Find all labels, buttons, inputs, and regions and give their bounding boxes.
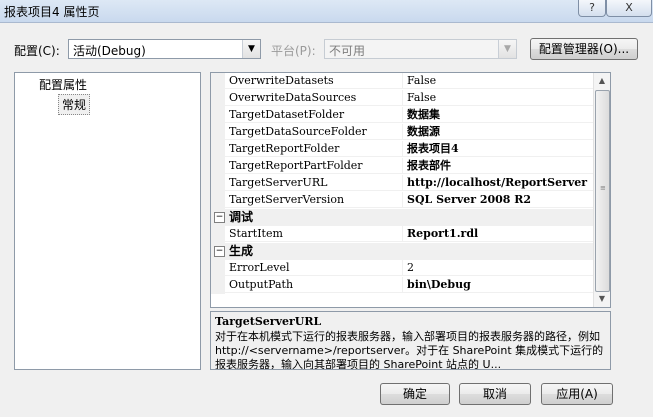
property-row[interactable]: OverwriteDataSources False xyxy=(211,90,594,107)
property-value[interactable]: 2 xyxy=(403,260,594,276)
row-gutter xyxy=(211,107,225,124)
tree-item-general[interactable]: 常规 xyxy=(58,94,91,115)
row-gutter xyxy=(211,277,225,294)
property-name[interactable]: TargetDataSourceFolder xyxy=(225,124,403,140)
grip-icon: ≡ xyxy=(600,184,606,192)
property-row[interactable]: OutputPath bin\Debug xyxy=(211,277,594,294)
property-row[interactable]: TargetDatasetFolder 数据集 xyxy=(211,107,594,124)
row-gutter xyxy=(211,260,225,277)
scroll-thumb[interactable]: ≡ xyxy=(595,90,610,292)
row-gutter xyxy=(211,158,225,175)
property-row[interactable]: ErrorLevel 2 xyxy=(211,260,594,277)
config-tree: 配置属性 常规 xyxy=(14,72,201,370)
property-name[interactable]: TargetReportFolder xyxy=(225,141,403,157)
property-name[interactable]: TargetReportPartFolder xyxy=(225,158,403,174)
collapse-icon[interactable]: − xyxy=(214,246,225,257)
row-gutter xyxy=(211,73,225,90)
close-button[interactable]: X xyxy=(606,0,652,17)
property-value[interactable]: SQL Server 2008 R2 xyxy=(403,192,594,208)
cancel-button[interactable]: 取消 xyxy=(459,383,531,405)
vertical-scrollbar[interactable]: ▲ ≡ ▼ xyxy=(593,73,610,307)
property-value[interactable]: Report1.rdl xyxy=(403,226,594,242)
property-value[interactable]: False xyxy=(403,73,594,89)
help-icon: ? xyxy=(589,1,595,14)
property-value[interactable]: 报表部件 xyxy=(403,158,594,174)
config-manager-button[interactable]: 配置管理器(O)... xyxy=(530,38,638,60)
property-row[interactable]: TargetServerVersion SQL Server 2008 R2 xyxy=(211,192,594,209)
row-gutter xyxy=(211,226,225,243)
platform-value: 不可用 xyxy=(329,44,366,58)
chevron-down-icon: ▼ xyxy=(242,40,260,58)
row-gutter xyxy=(211,175,225,192)
row-gutter xyxy=(211,124,225,141)
config-label: 配置(C): xyxy=(14,44,60,58)
description-panel: TargetServerURL 对于在本机模式下运行的报表服务器，输入部署项目的… xyxy=(210,311,611,370)
window-title: 报表项目4 属性页 xyxy=(4,5,100,19)
title-bar: 报表项目4 属性页 ? X xyxy=(0,0,653,23)
config-dropdown[interactable]: 活动(Debug) ▼ xyxy=(68,39,261,59)
tree-item-config-properties[interactable]: 配置属性 xyxy=(39,76,87,93)
platform-label: 平台(P): xyxy=(271,44,316,58)
row-gutter xyxy=(211,192,225,209)
help-button[interactable]: ? xyxy=(578,0,606,17)
description-title: TargetServerURL xyxy=(215,315,322,328)
property-row[interactable]: TargetServerURL http://localhost/ReportSe… xyxy=(211,175,594,192)
property-row[interactable]: TargetReportPartFolder 报表部件 xyxy=(211,158,594,175)
property-value[interactable]: False xyxy=(403,90,594,106)
property-name[interactable]: OverwriteDataSources xyxy=(225,90,403,106)
property-value[interactable]: 报表项目4 xyxy=(403,141,594,157)
property-name[interactable]: ErrorLevel xyxy=(225,260,403,276)
property-value[interactable]: http://localhost/ReportServer xyxy=(403,175,594,191)
description-text: 对于在本机模式下运行的报表服务器，输入部署项目的报表服务器的路径，例如 http… xyxy=(215,330,604,370)
property-value[interactable]: 数据源 xyxy=(403,124,594,140)
property-value[interactable]: bin\Debug xyxy=(403,277,594,293)
row-gutter xyxy=(211,141,225,158)
close-icon: X xyxy=(625,1,633,14)
property-row[interactable]: OverwriteDatasets False xyxy=(211,73,594,90)
category-build[interactable]: − 生成 xyxy=(211,243,594,260)
property-name[interactable]: TargetServerVersion xyxy=(225,192,403,208)
property-name[interactable]: StartItem xyxy=(225,226,403,242)
apply-button[interactable]: 应用(A) xyxy=(541,383,613,405)
category-label: 生成 xyxy=(229,244,254,258)
category-label: 调试 xyxy=(229,210,254,224)
property-name[interactable]: TargetDatasetFolder xyxy=(225,107,403,123)
platform-dropdown: 不可用 ▼ xyxy=(324,39,517,59)
scroll-up-icon[interactable]: ▲ xyxy=(594,73,610,89)
property-grid: OverwriteDatasets False OverwriteDataSourc… xyxy=(210,72,611,308)
property-name[interactable]: TargetServerURL xyxy=(225,175,403,191)
scroll-down-icon[interactable]: ▼ xyxy=(594,291,610,307)
category-debug[interactable]: − 调试 xyxy=(211,209,594,226)
config-value: 活动(Debug) xyxy=(73,44,146,58)
ok-button[interactable]: 确定 xyxy=(380,383,450,405)
collapse-icon[interactable]: − xyxy=(214,212,225,223)
property-row[interactable]: TargetReportFolder 报表项目4 xyxy=(211,141,594,158)
property-name[interactable]: OverwriteDatasets xyxy=(225,73,403,89)
property-row[interactable]: TargetDataSourceFolder 数据源 xyxy=(211,124,594,141)
property-value[interactable]: 数据集 xyxy=(403,107,594,123)
property-name[interactable]: OutputPath xyxy=(225,277,403,293)
row-gutter xyxy=(211,90,225,107)
chevron-down-icon: ▼ xyxy=(498,40,516,58)
property-row[interactable]: StartItem Report1.rdl xyxy=(211,226,594,243)
